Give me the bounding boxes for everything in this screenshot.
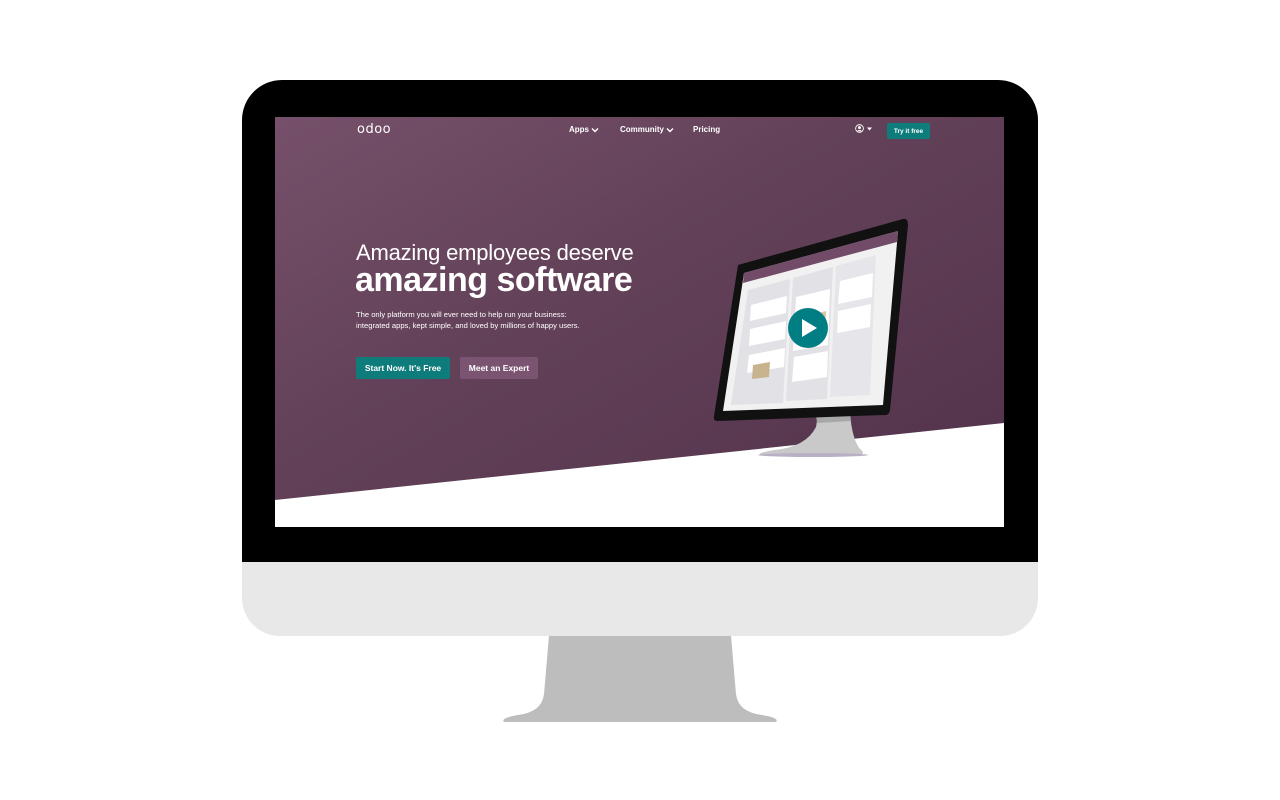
user-menu[interactable] <box>855 124 872 133</box>
start-now-button[interactable]: Start Now. It's Free <box>356 357 450 379</box>
product-video-mockup[interactable] <box>710 217 910 462</box>
top-navbar: odoo Apps Community Pricing Try it free <box>275 117 1004 145</box>
nav-pricing-link[interactable]: Pricing <box>693 125 720 134</box>
monitor-chin <box>242 562 1038 636</box>
hero-subtitle: The only platform you will ever need to … <box>356 309 646 331</box>
browser-screen: odoo Apps Community Pricing Try it free … <box>275 117 1004 527</box>
nav-community-label: Community <box>620 125 664 134</box>
meet-expert-button[interactable]: Meet an Expert <box>460 357 538 379</box>
chevron-down-icon <box>591 127 599 132</box>
hero-subtitle-line2: integrated apps, kept simple, and loved … <box>356 321 580 330</box>
nav-community-menu[interactable]: Community <box>620 125 674 134</box>
next-section-heading-partial <box>545 520 551 527</box>
chevron-down-icon <box>666 127 674 132</box>
hero-heading-line2: amazing software <box>355 261 633 299</box>
monitor-stand <box>503 636 777 722</box>
hero-subtitle-line1: The only platform you will ever need to … <box>356 310 567 319</box>
user-icon <box>855 124 864 133</box>
nav-apps-menu[interactable]: Apps <box>569 125 599 134</box>
nav-apps-label: Apps <box>569 125 589 134</box>
caret-down-icon <box>867 127 872 130</box>
odoo-logo[interactable]: odoo <box>357 122 391 137</box>
try-it-free-button[interactable]: Try it free <box>887 123 930 139</box>
